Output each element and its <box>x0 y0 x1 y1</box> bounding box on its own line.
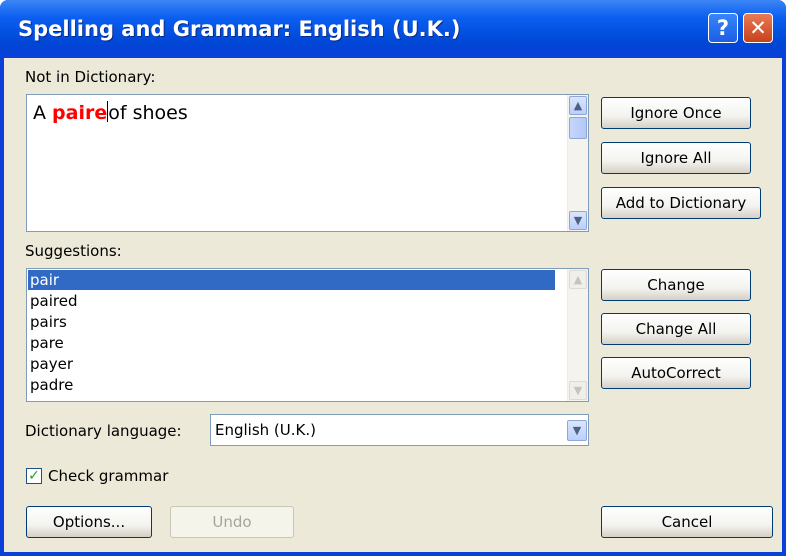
suggestion-item[interactable]: payer <box>28 354 555 374</box>
title-bar[interactable]: Spelling and Grammar: English (U.K.) ? ✕ <box>0 0 786 60</box>
dropdown-button[interactable]: ▼ <box>567 420 587 441</box>
undo-button[interactable]: Undo <box>170 506 294 538</box>
misspelled-word: paire <box>52 102 108 124</box>
dictionary-language-label: Dictionary language: <box>25 422 182 440</box>
dictionary-language-value: English (U.K.) <box>215 421 316 439</box>
suggestions-scroll-up-button[interactable]: ▲ <box>569 270 587 289</box>
chevron-down-icon: ▼ <box>572 424 582 437</box>
check-grammar-label[interactable]: Check grammar <box>48 467 168 485</box>
spelling-grammar-dialog: Spelling and Grammar: English (U.K.) ? ✕… <box>0 0 786 556</box>
suggestion-item[interactable]: pair <box>28 270 555 290</box>
scroll-up-icon: ▲ <box>573 273 583 286</box>
check-icon: ✓ <box>28 468 40 484</box>
not-in-dictionary-textbox[interactable]: A paireof shoes ▲ ▼ <box>26 94 589 232</box>
scroll-up-button[interactable]: ▲ <box>569 96 587 115</box>
window-title: Spelling and Grammar: English (U.K.) <box>18 17 461 41</box>
close-icon: ✕ <box>749 16 767 40</box>
scroll-down-icon: ▼ <box>573 214 583 227</box>
help-button[interactable]: ? <box>708 13 738 43</box>
scroll-down-button[interactable]: ▼ <box>569 211 587 230</box>
sentence-after: of shoes <box>108 102 188 124</box>
scroll-down-icon: ▼ <box>573 384 583 397</box>
add-to-dictionary-button[interactable]: Add to Dictionary <box>601 187 761 219</box>
suggestion-item[interactable]: pare <box>28 333 555 353</box>
suggestion-item[interactable]: padre <box>28 375 555 395</box>
dialog-body: Not in Dictionary: A paireof shoes ▲ ▼ S… <box>4 58 782 552</box>
suggestion-item[interactable]: paired <box>28 291 555 311</box>
ignore-once-button[interactable]: Ignore Once <box>601 97 751 129</box>
sentence-before: A <box>33 102 53 124</box>
suggestion-item[interactable]: pairs <box>28 312 555 332</box>
autocorrect-button[interactable]: AutoCorrect <box>601 357 751 389</box>
not-in-dictionary-scrollbar[interactable]: ▲ ▼ <box>567 95 588 231</box>
not-in-dictionary-label: Not in Dictionary: <box>25 68 156 86</box>
suggestions-scroll-down-button[interactable]: ▼ <box>569 381 587 400</box>
suggestions-label: Suggestions: <box>25 242 122 260</box>
suggestions-scrollbar[interactable]: ▲ ▼ <box>567 269 588 401</box>
change-button[interactable]: Change <box>601 269 751 301</box>
ignore-all-button[interactable]: Ignore All <box>601 142 751 174</box>
sentence-text: A paireof shoes <box>33 101 188 124</box>
cancel-button[interactable]: Cancel <box>601 506 773 538</box>
scroll-thumb[interactable] <box>569 117 587 139</box>
help-icon: ? <box>716 16 730 40</box>
options-button[interactable]: Options... <box>26 506 152 538</box>
check-grammar-checkbox[interactable]: ✓ <box>26 468 42 484</box>
close-button[interactable]: ✕ <box>743 13 773 43</box>
change-all-button[interactable]: Change All <box>601 313 751 345</box>
suggestions-list[interactable]: pair paired pairs pare payer padre ▲ ▼ <box>26 268 589 402</box>
scroll-up-icon: ▲ <box>573 99 583 112</box>
dictionary-language-select[interactable]: English (U.K.) ▼ <box>210 414 589 446</box>
